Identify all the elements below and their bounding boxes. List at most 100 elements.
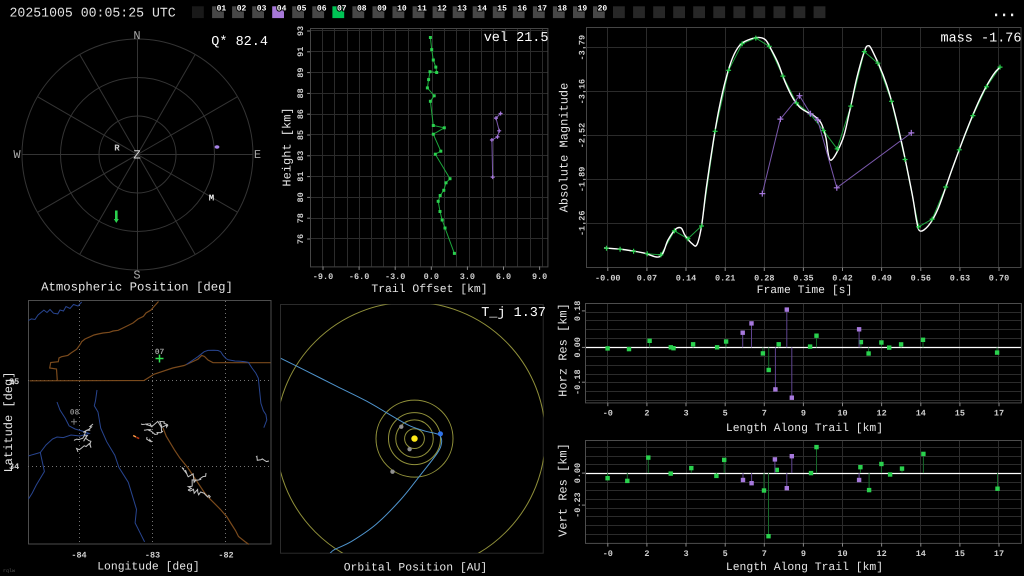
- svg-text:10: 10: [837, 549, 847, 559]
- svg-text:Length Along Trail [km]: Length Along Trail [km]: [726, 561, 883, 574]
- svg-text:07: 07: [337, 4, 347, 13]
- svg-text:0.63: 0.63: [950, 274, 970, 284]
- svg-text:17: 17: [537, 4, 547, 13]
- svg-text:17: 17: [994, 549, 1004, 559]
- svg-text:0.00: 0.00: [573, 463, 583, 483]
- svg-text:Length Along Trail [km]: Length Along Trail [km]: [726, 422, 883, 435]
- svg-text:-0.00: -0.00: [595, 274, 621, 284]
- svg-text:vel 21.5: vel 21.5: [484, 31, 549, 46]
- svg-text:05: 05: [297, 4, 307, 13]
- svg-text:86: 86: [296, 109, 306, 119]
- svg-text:0.00: 0.00: [573, 337, 583, 357]
- svg-text:-9.0: -9.0: [313, 272, 333, 282]
- svg-text:04: 04: [277, 4, 287, 13]
- svg-text:2: 2: [644, 409, 649, 419]
- svg-text:Horz Res [km]: Horz Res [km]: [557, 303, 571, 397]
- svg-text:Frame Time [s]: Frame Time [s]: [757, 284, 853, 297]
- svg-text:7: 7: [762, 409, 767, 419]
- svg-text:81: 81: [296, 171, 306, 181]
- svg-text:16: 16: [517, 4, 527, 13]
- svg-text:-0.18: -0.18: [573, 369, 583, 395]
- svg-text:Q* 82.4: Q* 82.4: [211, 35, 268, 50]
- svg-text:T_j 1.37: T_j 1.37: [481, 306, 546, 321]
- svg-text:0.18: 0.18: [573, 301, 583, 321]
- svg-text:88: 88: [296, 88, 306, 98]
- svg-text:0.0: 0.0: [424, 272, 439, 282]
- svg-text:91: 91: [296, 47, 306, 57]
- svg-text:5: 5: [723, 409, 728, 419]
- svg-text:N: N: [133, 29, 140, 43]
- svg-text:83: 83: [296, 151, 306, 161]
- svg-text:2: 2: [644, 549, 649, 559]
- svg-text:0.14: 0.14: [676, 274, 696, 284]
- svg-text:15: 15: [955, 409, 965, 419]
- svg-text:6.0: 6.0: [496, 272, 511, 282]
- svg-text:02: 02: [237, 4, 247, 13]
- svg-text:14: 14: [916, 409, 926, 419]
- svg-text:09: 09: [377, 4, 387, 13]
- svg-text:mass -1.76: mass -1.76: [940, 32, 1021, 47]
- svg-text:Height [km]: Height [km]: [281, 107, 295, 186]
- svg-text:Latitude [deg]: Latitude [deg]: [2, 372, 16, 473]
- svg-text:-84: -84: [71, 551, 86, 561]
- svg-text:19: 19: [578, 4, 588, 13]
- svg-text:11: 11: [417, 4, 427, 13]
- svg-text:9.0: 9.0: [532, 272, 547, 282]
- svg-text:06: 06: [317, 4, 327, 13]
- svg-text:-0: -0: [603, 409, 613, 419]
- svg-text:93: 93: [296, 26, 306, 36]
- svg-text:W: W: [13, 148, 21, 162]
- svg-text:-0: -0: [603, 549, 613, 559]
- svg-text:01: 01: [217, 4, 227, 13]
- svg-text:Trail Offset [km]: Trail Offset [km]: [371, 283, 487, 296]
- svg-text:03: 03: [257, 4, 267, 13]
- svg-text:Absolute Magnitude: Absolute Magnitude: [558, 83, 572, 213]
- svg-text:3: 3: [683, 549, 688, 559]
- svg-text:Vert Res [km]: Vert Res [km]: [557, 443, 571, 537]
- svg-text:17: 17: [994, 409, 1004, 419]
- svg-text:E: E: [254, 148, 261, 162]
- svg-text:3: 3: [683, 409, 688, 419]
- svg-text:5: 5: [723, 549, 728, 559]
- svg-text:-3.0: -3.0: [385, 272, 405, 282]
- svg-text:Atmospheric Position [deg]: Atmospheric Position [deg]: [41, 281, 233, 295]
- svg-text:10: 10: [837, 409, 847, 419]
- svg-text:9: 9: [801, 549, 806, 559]
- svg-text:-82: -82: [218, 551, 233, 561]
- svg-text:08: 08: [70, 409, 80, 418]
- svg-text:20: 20: [598, 4, 608, 13]
- svg-text:3.0: 3.0: [460, 272, 475, 282]
- svg-text:15: 15: [497, 4, 507, 13]
- svg-text:20251005 00:05:25 UTC: 20251005 00:05:25 UTC: [10, 6, 176, 21]
- svg-text:12: 12: [437, 4, 447, 13]
- svg-text:0.21: 0.21: [715, 274, 735, 284]
- svg-text:12: 12: [876, 549, 886, 559]
- svg-text:89: 89: [296, 67, 306, 77]
- svg-text:0.56: 0.56: [911, 274, 931, 284]
- svg-text:80: 80: [296, 192, 306, 202]
- svg-text:-0.23: -0.23: [573, 492, 583, 518]
- svg-text:0.35: 0.35: [793, 274, 813, 284]
- svg-text:-6.0: -6.0: [349, 272, 369, 282]
- svg-text:0.49: 0.49: [871, 274, 891, 284]
- svg-text:0.07: 0.07: [637, 274, 657, 284]
- svg-text:Longitude [deg]: Longitude [deg]: [97, 560, 200, 573]
- svg-text:7: 7: [762, 549, 767, 559]
- svg-text:R: R: [114, 144, 120, 154]
- svg-text:14: 14: [477, 4, 487, 13]
- svg-text:9: 9: [801, 409, 806, 419]
- svg-text:08: 08: [357, 4, 367, 13]
- svg-text:13: 13: [457, 4, 467, 13]
- svg-text:rqlw: rqlw: [3, 568, 15, 574]
- svg-text:-83: -83: [145, 551, 160, 561]
- svg-text:M: M: [209, 194, 214, 204]
- svg-text:07: 07: [155, 348, 165, 357]
- svg-text:14: 14: [916, 549, 926, 559]
- svg-text:85: 85: [296, 130, 306, 140]
- svg-text:0.28: 0.28: [754, 274, 774, 284]
- svg-text:Orbital Position [AU]: Orbital Position [AU]: [344, 562, 488, 575]
- svg-text:0.70: 0.70: [989, 274, 1009, 284]
- svg-text:76: 76: [296, 234, 306, 244]
- svg-text:78: 78: [296, 213, 306, 223]
- svg-text:Z: Z: [133, 149, 141, 163]
